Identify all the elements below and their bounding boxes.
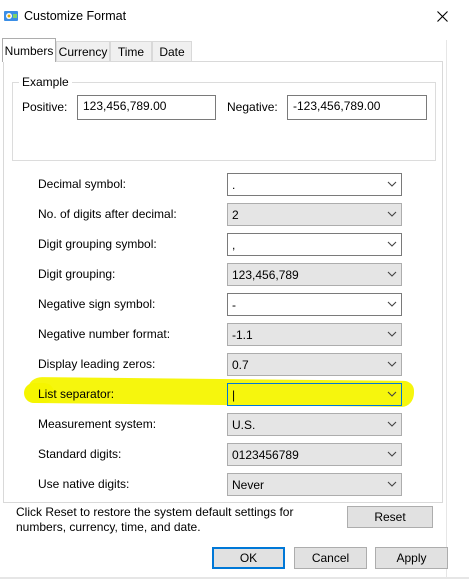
example-group: [12, 82, 436, 161]
combo-value: -1.1: [232, 328, 253, 342]
combo-value: |: [232, 388, 236, 402]
positive-example-value: 123,456,789.00: [83, 99, 167, 113]
display-leading-zeros-combo[interactable]: 0.7: [227, 353, 402, 376]
negative-example-value: -123,456,789.00: [293, 99, 381, 113]
negative-label: Negative:: [227, 100, 278, 114]
chevron-down-icon[interactable]: [387, 480, 397, 488]
chevron-down-icon[interactable]: [387, 420, 397, 428]
list-separator-combo[interactable]: |: [227, 383, 402, 406]
reset-description: Click Reset to restore the system defaul…: [16, 505, 294, 534]
decimal-symbol-combo[interactable]: .: [227, 173, 402, 196]
customize-format-window: Customize Format Numbers Currency Time D…: [0, 0, 469, 579]
digits-after-decimal-label: No. of digits after decimal:: [38, 207, 177, 221]
combo-value: U.S.: [232, 418, 256, 432]
ok-button-label: OK: [239, 551, 258, 565]
tab-date[interactable]: Date: [152, 41, 192, 61]
window-title: Customize Format: [24, 9, 127, 23]
reset-button[interactable]: Reset: [347, 506, 433, 528]
display-leading-zeros-label: Display leading zeros:: [38, 357, 156, 371]
cancel-button-label: Cancel: [311, 551, 350, 565]
positive-label: Positive:: [22, 100, 68, 114]
combo-value: 123,456,789: [232, 268, 299, 282]
chevron-down-icon[interactable]: [387, 300, 397, 308]
positive-example-field: 123,456,789.00: [77, 95, 216, 120]
combo-value: .: [232, 178, 236, 192]
combo-value: -: [232, 298, 236, 312]
tab-label: Date: [159, 44, 185, 59]
chevron-down-icon[interactable]: [387, 270, 397, 278]
title-bar[interactable]: Customize Format: [0, 0, 469, 33]
side-divider: [446, 40, 447, 579]
digit-grouping-symbol-label: Digit grouping symbol:: [38, 237, 157, 251]
digit-grouping-combo[interactable]: 123,456,789: [227, 263, 402, 286]
chevron-down-icon[interactable]: [387, 390, 397, 398]
standard-digits-combo[interactable]: 0123456789: [227, 443, 402, 466]
close-button[interactable]: [420, 0, 464, 32]
combo-value: 0123456789: [232, 448, 299, 462]
close-icon: [436, 10, 448, 22]
use-native-digits-combo[interactable]: Never: [227, 473, 402, 496]
digit-grouping-label: Digit grouping:: [38, 267, 116, 281]
measurement-system-combo[interactable]: U.S.: [227, 413, 402, 436]
combo-value: 0.7: [232, 358, 249, 372]
control-panel-icon: [4, 11, 18, 21]
chevron-down-icon[interactable]: [387, 450, 397, 458]
ok-button[interactable]: OK: [212, 547, 285, 569]
tab-label: Currency: [58, 44, 108, 59]
cancel-button[interactable]: Cancel: [294, 547, 367, 569]
combo-value: ,: [232, 238, 236, 252]
digit-grouping-symbol-combo[interactable]: ,: [227, 233, 402, 256]
chevron-down-icon[interactable]: [387, 330, 397, 338]
tab-currency[interactable]: Currency: [56, 41, 110, 61]
apply-button[interactable]: Apply: [375, 547, 448, 569]
list-separator-label: List separator:: [38, 387, 115, 401]
negative-number-format-label: Negative number format:: [38, 327, 171, 341]
negative-sign-symbol-label: Negative sign symbol:: [38, 297, 156, 311]
negative-number-format-combo[interactable]: -1.1: [227, 323, 402, 346]
negative-sign-symbol-combo[interactable]: -: [227, 293, 402, 316]
example-legend: Example: [19, 75, 72, 89]
decimal-symbol-label: Decimal symbol:: [38, 177, 127, 191]
tab-label: Numbers: [4, 43, 54, 58]
apply-button-label: Apply: [396, 551, 427, 565]
chevron-down-icon[interactable]: [387, 240, 397, 248]
chevron-down-icon[interactable]: [387, 180, 397, 188]
tab-time[interactable]: Time: [110, 41, 152, 61]
combo-value: 2: [232, 208, 239, 222]
standard-digits-label: Standard digits:: [38, 447, 122, 461]
tab-numbers[interactable]: Numbers: [2, 38, 56, 62]
chevron-down-icon[interactable]: [387, 210, 397, 218]
negative-example-field: -123,456,789.00: [287, 95, 427, 120]
digits-after-decimal-combo[interactable]: 2: [227, 203, 402, 226]
reset-button-label: Reset: [374, 510, 406, 524]
measurement-system-label: Measurement system:: [38, 417, 157, 431]
tab-label: Time: [117, 44, 145, 59]
use-native-digits-label: Use native digits:: [38, 477, 130, 491]
chevron-down-icon[interactable]: [387, 360, 397, 368]
combo-value: Never: [232, 478, 265, 492]
